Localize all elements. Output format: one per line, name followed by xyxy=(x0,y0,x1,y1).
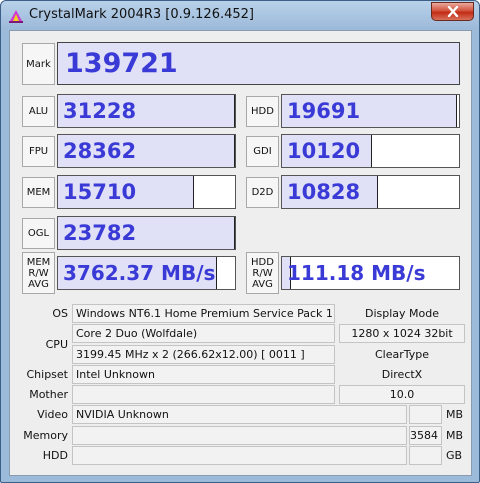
close-button[interactable] xyxy=(431,2,474,21)
mark-label: Mark xyxy=(26,58,51,70)
gdi-score-box: 10120 xyxy=(281,134,460,168)
close-icon xyxy=(447,6,458,17)
fpu-score-value: 28362 xyxy=(63,139,137,163)
video-value: NVIDIA Unknown xyxy=(72,405,407,424)
hdd-info-value xyxy=(72,446,407,465)
window-title: CrystalMark 2004R3 [0.9.126.452] xyxy=(29,7,254,22)
ogl-button[interactable]: OGL xyxy=(22,218,55,249)
video-memory-unit: MB xyxy=(446,408,464,421)
hdd-label: HDD xyxy=(251,106,274,117)
cpu-name: Core 2 Duo (Wolfdale) xyxy=(72,324,335,343)
directx-value: 10.0 xyxy=(339,385,465,404)
mem-label: MEM xyxy=(26,187,51,198)
gdi-label: GDI xyxy=(253,146,272,157)
fpu-label: FPU xyxy=(28,146,49,157)
chipset-value: Intel Unknown xyxy=(72,365,335,384)
alu-label: ALU xyxy=(28,106,49,117)
ogl-score-box: 23782 xyxy=(57,216,236,250)
mem-score-box: 15710 xyxy=(57,175,236,209)
hdd-rw-label-line3: AVG xyxy=(252,278,273,290)
hdd-unit: GB xyxy=(446,449,463,462)
hdd-score-value: 19691 xyxy=(287,99,361,123)
mem-rw-score-box: 3762.37 MB/s xyxy=(57,256,236,290)
fpu-button[interactable]: FPU xyxy=(22,136,55,167)
gdi-button[interactable]: GDI xyxy=(246,136,279,167)
chipset-label: Chipset xyxy=(26,368,68,381)
memory-size: 3584 xyxy=(409,426,442,445)
mem-rw-avg-button[interactable]: MEM R/W AVG xyxy=(22,252,55,294)
mem-rw-label-line1: MEM xyxy=(26,256,51,268)
hdd-rw-avg-button[interactable]: HDD R/W AVG xyxy=(246,252,279,294)
mother-value xyxy=(72,385,335,404)
fpu-score-box: 28362 xyxy=(57,134,236,168)
memory-label: Memory xyxy=(23,429,68,442)
hdd-info-label: HDD xyxy=(42,449,68,462)
d2d-label: D2D xyxy=(251,187,274,198)
hdd-score-box: 19691 xyxy=(281,94,460,128)
client-area: Mark 139721 ALU 31228 HDD 19691 FPU 2836… xyxy=(9,30,472,476)
hdd-rw-score-value: 111.18 MB/s xyxy=(287,261,426,285)
cleartype-label: ClearType xyxy=(339,345,465,364)
ogl-score-value: 23782 xyxy=(63,221,137,245)
alu-score-value: 31228 xyxy=(63,99,137,123)
memory-value xyxy=(72,426,407,445)
hdd-size xyxy=(409,446,442,465)
mem-rw-label-line2: R/W xyxy=(28,267,49,279)
os-value: Windows NT6.1 Home Premium Service Pack … xyxy=(72,304,335,323)
directx-label: DirectX xyxy=(339,365,465,384)
video-memory-size xyxy=(409,405,442,424)
mem-rw-label-line3: AVG xyxy=(28,278,49,290)
alu-score-box: 31228 xyxy=(57,94,236,128)
mark-score-box: 139721 xyxy=(57,42,460,85)
cpu-label: CPU xyxy=(45,338,68,351)
d2d-score-box: 10828 xyxy=(281,175,460,209)
d2d-score-value: 10828 xyxy=(287,180,361,204)
alu-button[interactable]: ALU xyxy=(22,96,55,127)
hdd-rw-score-box: 111.18 MB/s xyxy=(281,256,460,290)
gdi-score-value: 10120 xyxy=(287,139,361,163)
display-mode-label: Display Mode xyxy=(339,304,465,323)
ogl-label: OGL xyxy=(27,228,50,239)
mother-label: Mother xyxy=(29,388,68,401)
memory-unit: MB xyxy=(446,429,464,442)
display-mode-value: 1280 x 1024 32bit xyxy=(339,324,465,343)
os-label: OS xyxy=(52,307,68,320)
hdd-rw-label-line2: R/W xyxy=(252,267,273,279)
video-label: Video xyxy=(37,408,68,421)
mem-score-value: 15710 xyxy=(63,180,137,204)
hdd-rw-label-line1: HDD xyxy=(251,256,274,268)
crystalmark-app-icon xyxy=(9,10,23,23)
title-bar[interactable]: CrystalMark 2004R3 [0.9.126.452] xyxy=(1,1,479,29)
d2d-button[interactable]: D2D xyxy=(246,177,279,208)
cpu-speed: 3199.45 MHz x 2 (266.62x12.00) [ 0011 ] xyxy=(72,345,335,364)
mark-score-value: 139721 xyxy=(65,48,178,79)
hdd-button[interactable]: HDD xyxy=(246,96,279,127)
mem-rw-score-value: 3762.37 MB/s xyxy=(63,261,216,285)
crystalmark-window: CrystalMark 2004R3 [0.9.126.452] Mark 13… xyxy=(0,0,480,483)
mark-button[interactable]: Mark xyxy=(22,43,55,85)
mem-button[interactable]: MEM xyxy=(22,177,55,208)
